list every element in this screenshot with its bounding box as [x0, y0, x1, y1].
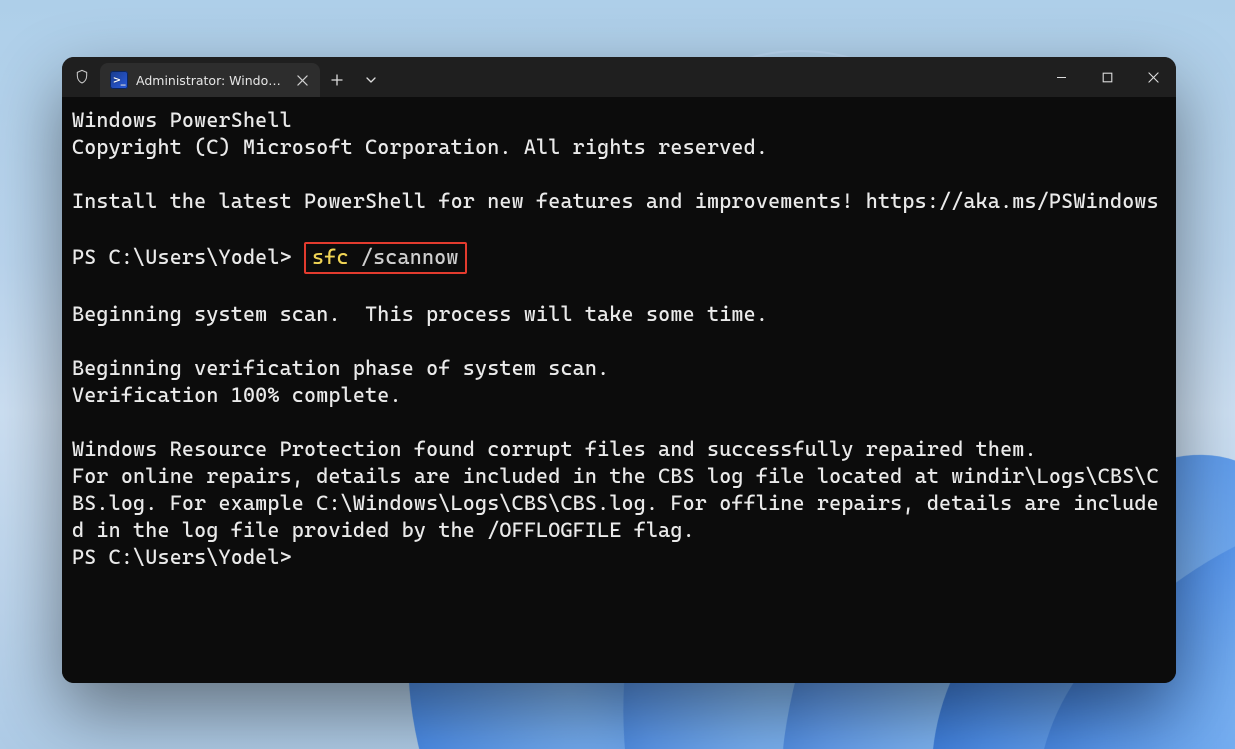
tab-close-button[interactable]	[292, 70, 312, 90]
verify-begin: Beginning verification phase of system s…	[72, 356, 609, 380]
tab-title: Administrator: Windows Powe	[136, 73, 284, 88]
maximize-button[interactable]	[1084, 57, 1130, 97]
shield-icon	[70, 65, 94, 89]
new-tab-button[interactable]	[320, 63, 354, 97]
command-arg: /scannow	[349, 245, 459, 269]
prompt: PS C:\Users\Yodel>	[72, 545, 292, 569]
terminal-output[interactable]: Windows PowerShell Copyright (C) Microso…	[62, 97, 1176, 683]
result-msg: Windows Resource Protection found corrup…	[72, 437, 1159, 542]
command-exe: sfc	[312, 245, 349, 269]
titlebar[interactable]: >_ Administrator: Windows Powe	[62, 57, 1176, 97]
banner-line: Copyright (C) Microsoft Corporation. All…	[72, 135, 768, 159]
tab-overflow-button[interactable]	[354, 63, 388, 97]
tab-powershell[interactable]: >_ Administrator: Windows Powe	[100, 63, 320, 97]
highlighted-command: sfc /scannow	[304, 242, 467, 274]
prompt: PS C:\Users\Yodel>	[72, 245, 304, 269]
scan-begin: Beginning system scan. This process will…	[72, 302, 768, 326]
verify-done: Verification 100% complete.	[72, 383, 402, 407]
terminal-window: >_ Administrator: Windows Powe	[62, 57, 1176, 683]
banner-line: Windows PowerShell	[72, 108, 292, 132]
powershell-icon: >_	[110, 71, 128, 89]
minimize-button[interactable]	[1038, 57, 1084, 97]
install-msg: Install the latest PowerShell for new fe…	[72, 189, 1159, 213]
close-button[interactable]	[1130, 57, 1176, 97]
